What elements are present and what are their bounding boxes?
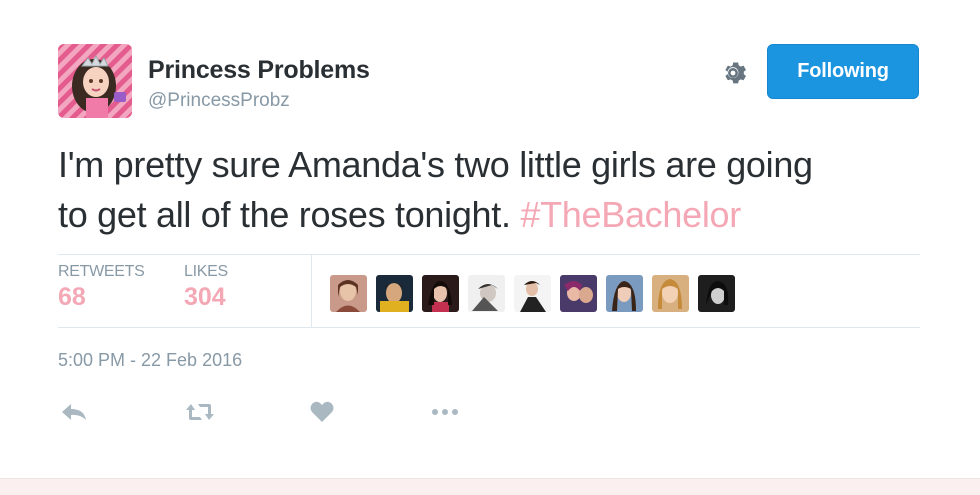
user-display-name[interactable]: Princess Problems — [148, 56, 370, 85]
retweet-icon[interactable] — [184, 398, 216, 426]
tweet-text-line-2-body: to get all of the roses tonight. — [58, 194, 511, 235]
princess-avatar-icon — [58, 44, 132, 118]
retweets-count: 68 — [58, 283, 86, 311]
settings-gear-icon[interactable] — [716, 56, 750, 90]
more-icon[interactable] — [429, 398, 461, 426]
liker-avatar[interactable] — [376, 275, 413, 312]
liker-avatar[interactable] — [422, 275, 459, 312]
following-button[interactable]: Following — [767, 44, 919, 99]
liker-avatar[interactable] — [330, 275, 367, 312]
liker-avatar[interactable] — [560, 275, 597, 312]
stats-separator — [311, 255, 312, 327]
reply-icon[interactable] — [58, 398, 90, 426]
stats-bottom-divider — [58, 327, 920, 328]
liker-avatar[interactable] — [468, 275, 505, 312]
retweets-stat[interactable]: RETWEETS 68 — [58, 263, 145, 312]
tweet-stats: RETWEETS 68 LIKES 304 — [58, 255, 920, 327]
like-icon[interactable] — [306, 398, 338, 426]
tweet-text: I'm pretty sure Amanda's two little girl… — [58, 140, 938, 240]
liker-avatar[interactable] — [652, 275, 689, 312]
likes-count: 304 — [184, 283, 226, 311]
tweet-card: Princess Problems @PrincessProbz Followi… — [0, 0, 980, 478]
likes-stat[interactable]: LIKES 304 — [184, 263, 228, 312]
tweet-text-line-1: I'm pretty sure Amanda's two little girl… — [58, 144, 813, 185]
tweet-timestamp[interactable]: 5:00 PM - 22 Feb 2016 — [58, 350, 242, 371]
bottom-strip — [0, 478, 980, 495]
user-handle[interactable]: @PrincessProbz — [148, 90, 290, 112]
liker-avatar[interactable] — [514, 275, 551, 312]
liker-avatar[interactable] — [698, 275, 735, 312]
liker-avatar[interactable] — [606, 275, 643, 312]
retweets-label: RETWEETS — [58, 263, 145, 280]
liker-avatars — [330, 275, 735, 312]
hashtag-link[interactable]: #TheBachelor — [520, 194, 741, 235]
likes-label: LIKES — [184, 263, 228, 280]
tweet-text-line-2: to get all of the roses tonight. #TheBac… — [58, 190, 938, 240]
user-avatar[interactable] — [58, 44, 132, 118]
